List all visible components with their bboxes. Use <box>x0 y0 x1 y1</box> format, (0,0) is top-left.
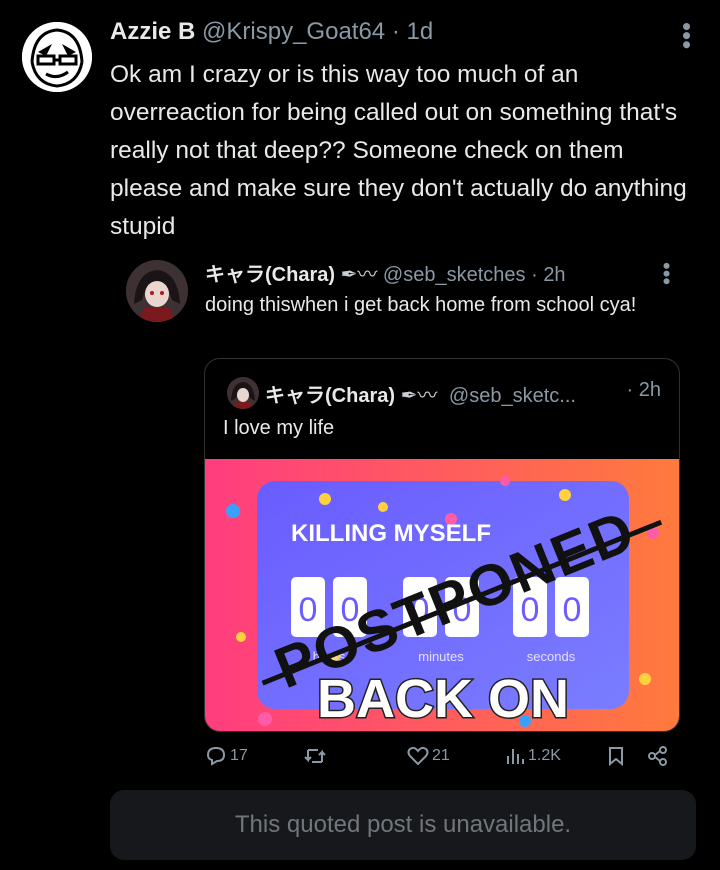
pen-emoji-icon: ✒〰 <box>340 264 378 286</box>
nested-text: I love my life <box>223 417 335 439</box>
repost-button[interactable] <box>303 746 330 766</box>
views-icon <box>507 749 524 764</box>
share-button[interactable] <box>647 746 669 766</box>
unit-label: seconds <box>527 649 576 664</box>
heart-icon <box>407 746 429 766</box>
media-caption: BACK ON <box>317 669 569 729</box>
media-title: KILLING MYSELF <box>291 520 491 547</box>
like-button[interactable]: 21 <box>407 746 450 766</box>
share-icon <box>648 746 667 766</box>
more-dots-icon[interactable]: ••• <box>654 262 679 285</box>
separator-dot: · <box>626 379 634 401</box>
quote-text: doing thiswhen i get back home from scho… <box>205 294 637 316</box>
unavailable-quote-box: This quoted post is unavailable. <box>110 790 696 860</box>
separator-dot: · <box>391 18 400 45</box>
quote-author-handle[interactable]: @seb_sketches <box>383 264 526 286</box>
reply-icon <box>206 746 226 766</box>
unavailable-text: This quoted post is unavailable. <box>234 811 572 838</box>
nested-time-group: · 2h <box>627 379 661 402</box>
quote-author-avatar[interactable] <box>126 260 188 322</box>
digit: 0 <box>563 591 582 629</box>
nested-quote-card[interactable]: キャラ(Chara) ✒〰 @seb_sketc... · 2h I love … <box>204 358 680 732</box>
repost-icon <box>304 749 326 763</box>
more-dots-icon[interactable]: ••• <box>672 22 702 49</box>
post-text: Ok am I crazy or is this way too much of… <box>110 61 687 240</box>
nested-media-image[interactable]: KILLING MYSELF 0 0 0 0 0 0 hours minutes <box>205 459 679 731</box>
nested-time[interactable]: 2h <box>639 379 661 401</box>
views-count: 1.2K <box>528 747 561 764</box>
bookmark-button[interactable] <box>607 746 625 766</box>
reply-count: 17 <box>230 747 248 764</box>
like-count: 21 <box>432 747 450 764</box>
author-avatar[interactable] <box>22 22 92 92</box>
nested-header: キャラ(Chara) ✒〰 @seb_sketc... <box>265 379 576 408</box>
nested-author-name[interactable]: キャラ(Chara) <box>265 385 395 407</box>
nested-author-handle[interactable]: @seb_sketc... <box>449 385 576 407</box>
pen-emoji-icon: ✒〰 <box>400 385 438 407</box>
quote-header: キャラ(Chara) ✒〰 @seb_sketches · 2h <box>205 258 566 287</box>
action-bar: 17 21 1.2K <box>205 746 675 772</box>
unit-label: minutes <box>418 649 464 664</box>
quote-author-name[interactable]: キャラ(Chara) <box>205 264 335 286</box>
quote-time[interactable]: 2h <box>543 264 565 286</box>
nested-author-avatar[interactable] <box>227 377 259 409</box>
separator-dot: · <box>531 264 538 286</box>
reply-button[interactable]: 17 <box>205 746 248 766</box>
post-time[interactable]: 1d <box>407 18 434 45</box>
post-header: Azzie B @Krispy_Goat64 · 1d <box>110 18 433 46</box>
author-name[interactable]: Azzie B <box>110 18 195 45</box>
views-button[interactable]: 1.2K <box>505 746 561 766</box>
author-handle[interactable]: @Krispy_Goat64 <box>202 18 385 45</box>
bookmark-icon <box>609 747 623 766</box>
